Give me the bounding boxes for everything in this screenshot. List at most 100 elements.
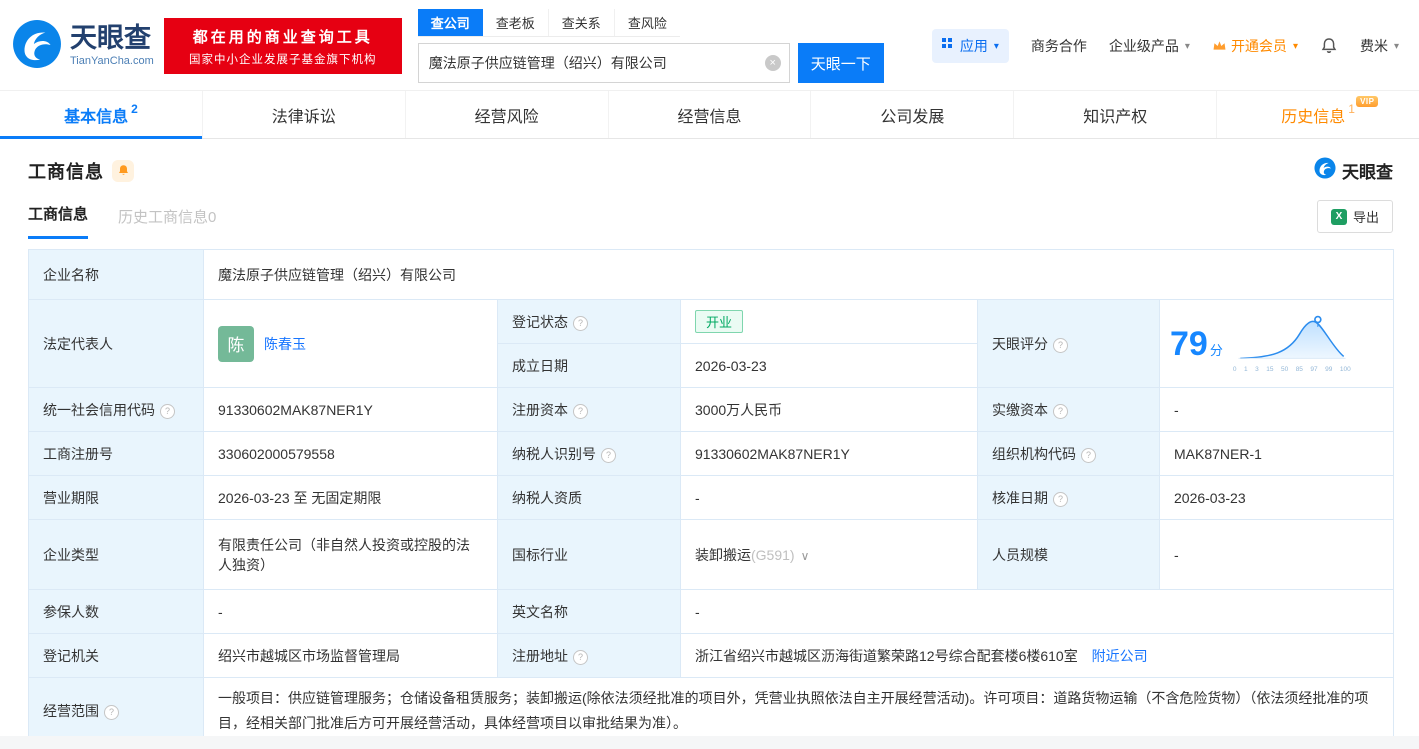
- help-icon[interactable]: ?: [573, 649, 588, 665]
- legal-rep-link[interactable]: 陈春玉: [264, 334, 306, 354]
- tab-operation-label: 经营信息: [677, 108, 742, 126]
- field-value-english-name: -: [679, 589, 1395, 634]
- slogan-banner: 都在用的商业查询工具 国家中小企业发展子基金旗下机构: [163, 18, 402, 74]
- tab-history-count: 1: [1348, 101, 1355, 116]
- help-icon[interactable]: ?: [1053, 491, 1068, 507]
- field-label-company-type: 企业类型: [28, 519, 204, 590]
- export-button[interactable]: X 导出: [1316, 200, 1393, 233]
- tab-basic-info[interactable]: 基本信息 2: [0, 91, 203, 139]
- clear-icon[interactable]: ×: [764, 55, 781, 71]
- tianyancha-logo[interactable]: 天眼查 TianYanCha.com: [12, 19, 154, 74]
- search-tab-boss[interactable]: 查老板: [483, 9, 548, 36]
- field-value-reg-capital: 3000万人民币: [680, 387, 978, 432]
- tianyancha-page: 天眼查 TianYanCha.com 都在用的商业查询工具 国家中小企业发展子基…: [0, 0, 1419, 749]
- help-icon[interactable]: ?: [1053, 403, 1068, 419]
- footer-strip: [0, 736, 1419, 749]
- section-header: 工商信息 天眼查: [28, 157, 1393, 184]
- subtab-business-info[interactable]: 工商信息: [28, 203, 89, 239]
- tab-intellectual-property[interactable]: 知识产权: [1014, 91, 1218, 138]
- tianyancha-logo-icon: [1314, 157, 1336, 184]
- field-value-establish-date: 2026-03-23: [680, 343, 978, 388]
- field-label-credit-code: 统一社会信用代码?: [28, 387, 204, 432]
- nav-vip-label: 开通会员: [1230, 38, 1287, 54]
- nav-cooperation[interactable]: 商务合作: [1031, 36, 1087, 56]
- nav-app[interactable]: 应用 ▾: [931, 29, 1009, 63]
- field-label-business-scope: 经营范围?: [28, 676, 204, 746]
- search-button[interactable]: 天眼一下: [797, 43, 884, 83]
- search-input[interactable]: [418, 55, 765, 71]
- table-row: 营业期限 2026-03-23 至 无固定期限 纳税人资质 - 核准日期? 20…: [28, 475, 1395, 520]
- notification-bell[interactable]: [1320, 37, 1338, 55]
- field-label-company-name: 企业名称: [28, 249, 204, 300]
- top-navigation: 应用 ▾ 商务合作 企业级产品 ▾ 开通会员 ▾ 费米 ▾: [931, 29, 1399, 63]
- tab-history-info[interactable]: 历史信息 1 VIP: [1217, 91, 1419, 138]
- nav-user-menu[interactable]: 费米 ▾: [1360, 36, 1399, 56]
- nearby-companies-link[interactable]: 附近公司: [1092, 648, 1148, 664]
- table-row: 参保人数 - 英文名称 -: [28, 589, 1395, 634]
- chevron-down-icon: ▾: [1393, 40, 1399, 52]
- bell-icon: [118, 165, 128, 175]
- subtab-history-business-info[interactable]: 历史工商信息0: [118, 206, 216, 239]
- score-chart: 01 3 15 50 85 97 99 100: [1233, 314, 1351, 373]
- tab-legal-proceedings[interactable]: 法律诉讼: [203, 91, 406, 138]
- field-value-legal-rep: 陈 陈春玉: [203, 299, 498, 388]
- field-value-taxpayer-id: 91330602MAK87NER1Y: [680, 431, 978, 476]
- field-label-reg-authority: 登记机关: [28, 633, 204, 678]
- excel-icon: X: [1330, 208, 1347, 225]
- field-label-business-term: 营业期限: [28, 475, 204, 520]
- search-input-wrap: ×: [417, 43, 790, 83]
- export-label: 导出: [1352, 210, 1379, 225]
- logo-brand-name: 天眼查: [70, 23, 151, 53]
- tab-development-label: 公司发展: [880, 108, 945, 126]
- field-label-industry: 国标行业: [497, 519, 681, 590]
- nav-enterprise-label: 企业级产品: [1108, 38, 1179, 54]
- nav-app-label: 应用: [959, 38, 988, 54]
- section-title: 工商信息: [28, 161, 104, 182]
- slogan-line2: 国家中小企业发展子基金旗下机构: [189, 53, 377, 66]
- field-label-paid-capital: 实缴资本?: [977, 387, 1160, 432]
- section-brand-text: 天眼查: [1342, 163, 1393, 182]
- field-label-taxpayer-id: 纳税人识别号?: [497, 431, 681, 476]
- field-label-reg-capital: 注册资本?: [497, 387, 681, 432]
- tab-business-info[interactable]: 经营信息: [609, 91, 812, 138]
- crown-icon: [1212, 38, 1227, 54]
- logo-domain: TianYanCha.com: [70, 55, 154, 67]
- search-tabs: 查公司 查老板 查关系 查风险: [417, 9, 680, 37]
- help-icon[interactable]: ?: [1053, 337, 1068, 353]
- field-label-english-name: 英文名称: [497, 589, 681, 634]
- table-row: 工商注册号 330602000579558 纳税人识别号? 91330602MA…: [28, 431, 1395, 476]
- section-brand-logo: 天眼查: [1314, 157, 1393, 184]
- status-badge: 开业: [695, 310, 744, 333]
- help-icon[interactable]: ?: [573, 403, 588, 419]
- bell-icon: [1321, 38, 1337, 53]
- tab-basic-info-label: 基本信息: [64, 108, 129, 126]
- field-value-paid-capital: -: [1158, 387, 1395, 432]
- chevron-down-icon[interactable]: ∨: [801, 549, 810, 563]
- help-icon[interactable]: ?: [1081, 447, 1096, 463]
- search-area: 查公司 查老板 查关系 查风险 × 天眼一下: [417, 9, 884, 83]
- field-value-credit-code: 91330602MAK87NER1Y: [203, 387, 498, 432]
- help-icon[interactable]: ?: [601, 447, 616, 463]
- help-icon[interactable]: ?: [104, 705, 119, 721]
- app-grid-icon: [941, 38, 946, 42]
- table-row: 经营范围? 一般项目：供应链管理服务；仓储设备租赁服务；装卸搬运(除依法须经批准…: [28, 676, 1395, 746]
- nav-enterprise-products[interactable]: 企业级产品 ▾: [1109, 36, 1190, 56]
- field-value-approval-date: 2026-03-23: [1158, 475, 1395, 520]
- tab-history-label: 历史信息: [1281, 108, 1346, 126]
- tab-business-risk[interactable]: 经营风险: [406, 91, 609, 138]
- subscribe-bell-button[interactable]: [112, 159, 134, 182]
- help-icon[interactable]: ?: [573, 315, 588, 331]
- table-row: 企业名称 魔法原子供应链管理（绍兴）有限公司: [28, 249, 1395, 300]
- nav-vip-membership[interactable]: 开通会员 ▾: [1212, 36, 1298, 56]
- tab-company-development[interactable]: 公司发展: [811, 91, 1015, 138]
- chevron-down-icon: ▾: [1184, 40, 1190, 52]
- header: 天眼查 TianYanCha.com 都在用的商业查询工具 国家中小企业发展子基…: [0, 0, 1419, 90]
- score-curve-icon: [1238, 315, 1346, 360]
- search-tab-company[interactable]: 查公司: [417, 9, 483, 36]
- business-info-table: 企业名称 魔法原子供应链管理（绍兴）有限公司 法定代表人 陈 陈春玉 登记状态?…: [28, 249, 1395, 746]
- field-label-org-code: 组织机构代码?: [977, 431, 1160, 476]
- help-icon[interactable]: ?: [160, 403, 175, 419]
- field-value-org-code: MAK87NER-1: [1158, 431, 1395, 476]
- search-tab-relation[interactable]: 查关系: [547, 9, 614, 36]
- search-tab-risk[interactable]: 查风险: [613, 9, 680, 36]
